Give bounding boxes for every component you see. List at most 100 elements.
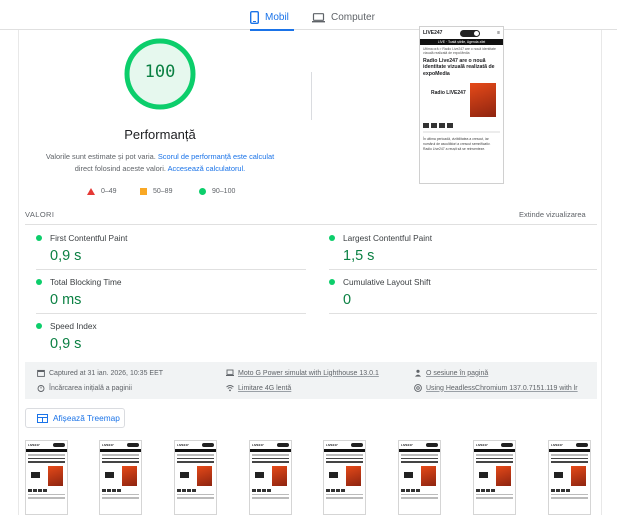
session-info[interactable]: O sesiune în pagină [414,369,488,377]
phone-icon [250,11,259,24]
desc-text-1: Valorile sunt estimate și pot varia. [45,152,158,161]
metric-cls: Cumulative Layout Shift 0 [329,277,589,315]
metric-si: Speed Index 0,9 s [36,321,306,359]
legend-fail: 0–49 [87,186,117,196]
initial-load-text: Încărcarea inițială a paginii [49,384,132,392]
metric-lcp: Largest Contentful Paint 1,5 s [329,233,589,271]
preview-body: În ultima perioadă, vizibilitatea a cres… [423,137,491,152]
frame-logo: LIVE247 [102,442,114,447]
pass-icon [329,279,335,285]
preview-title: Radio Live247 are o nouă identitate vizu… [423,58,495,77]
metric-si-value: 0,9 s [50,336,82,352]
metric-fcp-value: 0,9 s [50,248,82,264]
metric-si-name: Speed Index [50,321,97,331]
frame-logo: LIVE247 [252,442,264,447]
performance-description: Valorile sunt estimate și pot varia. Sco… [40,151,280,175]
frame-logo: LIVE247 [28,442,40,447]
runtime-settings: Captured at 31 ian. 2026, 10:35 EET Încă… [25,362,597,399]
preview-breadcrumb: Ultima oră > Radio Live247 are o nouă id… [423,47,496,55]
metric-tbt-name: Total Blocking Time [50,277,122,287]
session-text: O sesiune în pagină [426,369,489,377]
page-screenshot-preview[interactable]: LIVE247 ≡ LIVE · Toată știrile, Agenda z… [419,26,504,184]
tab-desktop[interactable]: Computer [312,5,376,30]
calculator-link[interactable]: Accesează calculatorul. [168,164,246,173]
legend-average-label: 50–89 [153,187,173,195]
metric-lcp-name: Largest Contentful Paint [343,233,433,243]
performance-score: 100 [144,62,176,82]
metric-tbt-value: 0 ms [50,292,82,308]
laptop-icon [226,369,234,376]
metric-tbt: Total Blocking Time 0 ms [36,277,306,315]
legend-fail-label: 0–49 [101,187,117,195]
treemap-icon [37,413,48,423]
device-info[interactable]: Moto G Power simulat with Lighthouse 13.… [226,369,379,377]
preview-image-photo [470,83,496,118]
metric-divider [329,313,597,314]
metric-divider [329,269,597,270]
captured-text: Captured at 31 ian. 2026, 10:35 EET [49,369,164,377]
filmstrip-frame: LIVE247 [249,440,292,515]
pass-icon [329,235,335,241]
preview-image-text: Radio LIVE247 [431,90,466,97]
frame-logo: LIVE247 [476,442,488,447]
pass-icon [36,235,42,241]
circle-icon [199,187,206,195]
filmstrip-frame: LIVE247 [473,440,516,515]
metric-cls-value: 0 [343,292,352,308]
frame-logo: LIVE247 [177,442,189,447]
frame-logo: LIVE247 [326,442,338,447]
frame-right-border [601,30,602,515]
divider [311,72,312,120]
legend-pass-label: 90–100 [212,187,236,195]
metric-divider [36,269,306,270]
preview-header: LIVE247 ≡ [420,27,503,39]
captured-info: Captured at 31 ian. 2026, 10:35 EET [37,369,163,377]
calendar-icon [37,369,45,377]
device-text: Moto G Power simulat with Lighthouse 13.… [238,369,379,377]
metrics-header: VALORI [25,210,55,219]
laptop-icon [312,12,325,22]
triangle-icon [87,187,95,195]
tab-mobile-label: Mobil [265,12,289,23]
pass-icon [36,323,42,329]
filmstrip-frame: LIVE247 [99,440,142,515]
score-calculation-link[interactable]: Scorul de performanță este calculat [158,152,274,161]
preview-image: Radio LIVE247 [423,81,500,120]
filmstrip-frame: LIVE247 [174,440,217,515]
metrics-divider [25,224,597,225]
preview-share-bar [423,121,500,129]
frame-logo: LIVE247 [401,442,413,447]
device-tabs: Mobil Computer [0,0,617,31]
initial-load-info: Încărcarea inițială a paginii [37,384,132,392]
treemap-label: Afișează Treemap [53,413,120,423]
metric-fcp: First Contentful Paint 0,9 s [36,233,306,271]
filmstrip-frame: LIVE247 [323,440,366,515]
metric-lcp-value: 1,5 s [343,248,375,264]
tab-desktop-label: Computer [331,12,375,23]
menu-icon: ≡ [497,30,500,36]
browser-text: Using HeadlessChromium 137.0.7151.119 wi… [426,384,578,392]
metric-divider [36,313,306,314]
preview-separator [423,131,500,134]
frame-logo: LIVE247 [551,442,563,447]
filmstrip-frame: LIVE247 [548,440,591,515]
tab-mobile[interactable]: Mobil [250,5,294,31]
performance-title: Performanță [124,127,196,142]
frame-left-border [18,30,19,515]
browser-info[interactable]: Using HeadlessChromium 137.0.7151.119 wi… [414,384,578,392]
view-treemap-button[interactable]: Afișează Treemap [25,408,125,428]
expand-view-toggle[interactable]: Extinde vizualizarea [519,210,586,219]
chrome-icon [414,384,422,392]
metric-cls-name: Cumulative Layout Shift [343,277,431,287]
timer-icon [37,385,45,392]
legend-pass: 90–100 [199,186,235,196]
pass-icon [36,279,42,285]
desc-text-2: direct folosind aceste valori. [74,164,168,173]
metric-fcp-name: First Contentful Paint [50,233,128,243]
legend-average: 50–89 [140,186,172,196]
throttling-text: Limitare 4G lentă [238,384,292,392]
throttling-info[interactable]: Limitare 4G lentă [226,384,291,392]
wifi-icon [226,385,234,392]
filmstrip-frame: LIVE247 [25,440,68,515]
square-icon [140,187,147,195]
